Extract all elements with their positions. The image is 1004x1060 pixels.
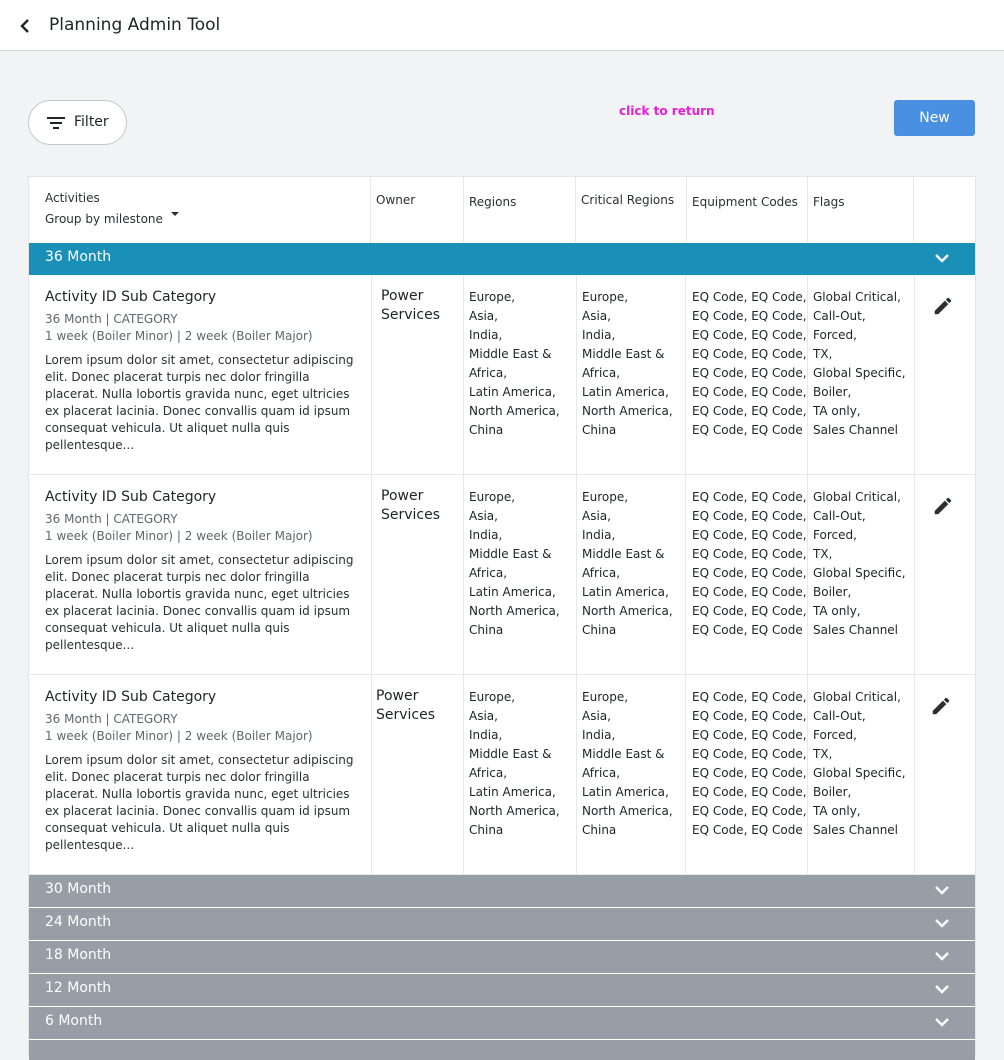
activity-meta: 36 Month | CATEGORY (45, 712, 178, 726)
regions-text: Europe, Asia, India, Middle East & Afric… (469, 290, 560, 437)
table-header: Activities Group by milestone Owner Regi… (29, 177, 975, 243)
activity-description: Lorem ipsum dolor sit amet, consectetur … (45, 353, 354, 452)
column-regions-label: Regions (469, 195, 517, 209)
chevron-down-icon[interactable] (934, 252, 950, 264)
column-critical-regions-label: Critical Regions (581, 193, 675, 207)
new-button[interactable]: New (894, 100, 975, 136)
edit-icon[interactable] (932, 495, 954, 517)
group-header-6-month[interactable]: 6 Month (29, 1007, 975, 1039)
group-header-24-month[interactable]: 24 Month (29, 908, 975, 940)
app-header: Planning Admin Tool (0, 0, 1004, 51)
edit-icon[interactable] (932, 295, 954, 317)
chevron-down-icon[interactable] (934, 1016, 950, 1028)
chevron-left-icon (20, 19, 29, 33)
activity-title: Activity ID Sub Category (45, 689, 217, 705)
regions-cell: Europe, Asia, India, Middle East & Afric… (464, 275, 577, 475)
column-owner: Owner (371, 177, 464, 243)
page-title: Planning Admin Tool (49, 15, 221, 35)
activity-cell: Activity ID Sub Category 36 Month | CATE… (29, 675, 372, 875)
caret-down-icon (170, 212, 179, 216)
equipment-codes-cell: EQ Code, EQ Code, EQ Code, EQ Code, EQ C… (686, 675, 808, 875)
critical-regions-text: Europe, Asia, India, Middle East & Afric… (582, 690, 673, 837)
owner-cell: Power Services (372, 275, 464, 475)
group-label: 24 Month (45, 914, 112, 930)
activity-description: Lorem ipsum dolor sit amet, consectetur … (45, 753, 354, 852)
group-by-dropdown[interactable]: Group by milestone (45, 212, 179, 226)
critical-regions-cell: Europe, Asia, India, Middle East & Afric… (577, 675, 686, 875)
filter-icon (47, 117, 65, 129)
equipment-codes-text: EQ Code, EQ Code, EQ Code, EQ Code, EQ C… (692, 690, 807, 837)
flags-cell: Global Critical, Call-Out, Forced, TX, G… (808, 675, 915, 875)
critical-regions-text: Europe, Asia, India, Middle East & Afric… (582, 490, 673, 637)
group-header-18-month[interactable]: 18 Month (29, 941, 975, 973)
chevron-down-icon[interactable] (934, 950, 950, 962)
chevron-down-icon[interactable] (934, 983, 950, 995)
chevron-down-icon[interactable] (934, 884, 950, 896)
flags-cell: Global Critical, Call-Out, Forced, TX, G… (808, 475, 915, 675)
equipment-codes-cell: EQ Code, EQ Code, EQ Code, EQ Code, EQ C… (686, 475, 808, 675)
activity-duration: 1 week (Boiler Minor) | 2 week (Boiler M… (45, 329, 313, 343)
filter-label: Filter (74, 114, 109, 130)
group-by-label: Group by milestone (45, 212, 163, 226)
column-equipment-codes-label: Equipment Codes (692, 195, 798, 209)
group-label: 12 Month (45, 980, 112, 996)
filter-button[interactable]: Filter (28, 100, 127, 145)
activity-duration: 1 week (Boiler Minor) | 2 week (Boiler M… (45, 529, 313, 543)
group-label: 30 Month (45, 881, 112, 897)
owner-text: Power Services (381, 288, 441, 323)
table-row: Activity ID Sub Category 36 Month | CATE… (29, 675, 975, 875)
column-activities: Activities Group by milestone (29, 177, 371, 243)
activity-cell: Activity ID Sub Category 36 Month | CATE… (29, 475, 372, 675)
group-header-36-month[interactable]: 36 Month (29, 243, 975, 275)
owner-cell: Power Services (372, 475, 464, 675)
flags-text: Global Critical, Call-Out, Forced, TX, G… (813, 490, 906, 637)
activities-table: Activities Group by milestone Owner Regi… (28, 176, 976, 1060)
group-label: 18 Month (45, 947, 112, 963)
equipment-codes-cell: EQ Code, EQ Code, EQ Code, EQ Code, EQ C… (686, 275, 808, 475)
critical-regions-cell: Europe, Asia, India, Middle East & Afric… (577, 275, 686, 475)
critical-regions-text: Europe, Asia, India, Middle East & Afric… (582, 290, 673, 437)
regions-cell: Europe, Asia, India, Middle East & Afric… (464, 675, 577, 875)
activity-title: Activity ID Sub Category (45, 289, 217, 305)
back-button[interactable] (16, 15, 36, 37)
activity-cell: Activity ID Sub Category 36 Month | CATE… (29, 275, 372, 475)
edit-icon[interactable] (930, 695, 952, 717)
flags-text: Global Critical, Call-Out, Forced, TX, G… (813, 690, 906, 837)
column-owner-label: Owner (376, 193, 416, 207)
return-link[interactable]: click to return (619, 104, 715, 118)
owner-cell: Power Services (372, 675, 464, 875)
group-label: 6 Month (45, 1013, 103, 1029)
activity-meta: 36 Month | CATEGORY (45, 312, 178, 326)
column-regions: Regions (464, 177, 576, 243)
column-equipment-codes: Equipment Codes (687, 177, 808, 243)
owner-text: Power Services (376, 688, 436, 723)
group-header-12-month[interactable]: 12 Month (29, 974, 975, 1006)
equipment-codes-text: EQ Code, EQ Code, EQ Code, EQ Code, EQ C… (692, 490, 807, 637)
group-header-partial (29, 1040, 975, 1060)
regions-text: Europe, Asia, India, Middle East & Afric… (469, 490, 560, 637)
activity-meta: 36 Month | CATEGORY (45, 512, 178, 526)
column-flags-label: Flags (813, 195, 845, 209)
regions-text: Europe, Asia, India, Middle East & Afric… (469, 690, 560, 837)
equipment-codes-text: EQ Code, EQ Code, EQ Code, EQ Code, EQ C… (692, 290, 807, 437)
group-label: 36 Month (45, 249, 112, 265)
group-header-30-month[interactable]: 30 Month (29, 875, 975, 907)
flags-cell: Global Critical, Call-Out, Forced, TX, G… (808, 275, 915, 475)
regions-cell: Europe, Asia, India, Middle East & Afric… (464, 475, 577, 675)
owner-text: Power Services (381, 488, 441, 523)
flags-text: Global Critical, Call-Out, Forced, TX, G… (813, 290, 906, 437)
critical-regions-cell: Europe, Asia, India, Middle East & Afric… (577, 475, 686, 675)
column-flags: Flags (808, 177, 914, 243)
activity-description: Lorem ipsum dolor sit amet, consectetur … (45, 553, 354, 652)
table-row: Activity ID Sub Category 36 Month | CATE… (29, 275, 975, 475)
activity-title: Activity ID Sub Category (45, 489, 217, 505)
chevron-down-icon[interactable] (934, 917, 950, 929)
table-row: Activity ID Sub Category 36 Month | CATE… (29, 475, 975, 675)
activity-duration: 1 week (Boiler Minor) | 2 week (Boiler M… (45, 729, 313, 743)
column-activities-label: Activities (45, 191, 100, 205)
column-critical-regions: Critical Regions (576, 177, 687, 243)
